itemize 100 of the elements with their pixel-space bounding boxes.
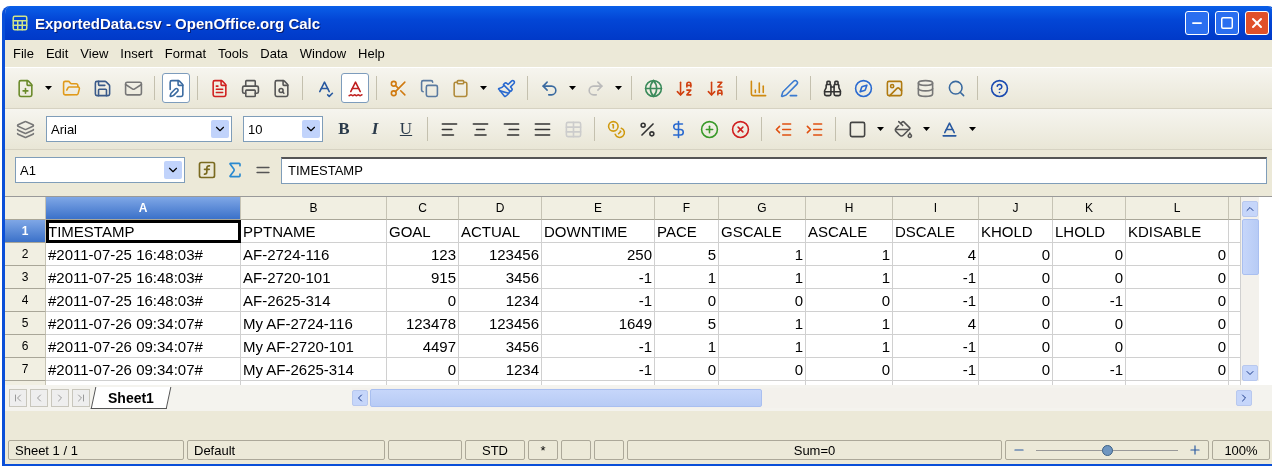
font-size-field[interactable]: 10 xyxy=(243,116,323,142)
column-header[interactable]: J xyxy=(979,197,1053,220)
table-cell: 0 xyxy=(979,335,1053,358)
table-cell: 5 xyxy=(655,243,719,266)
table-cell: 250 xyxy=(542,243,655,266)
column-header[interactable]: L xyxy=(1126,197,1229,220)
table-cell: 0 xyxy=(719,358,806,381)
row-header[interactable]: 2 xyxy=(5,243,46,266)
table-cell: KHOLD xyxy=(979,220,1053,243)
table-cell: 0 xyxy=(655,289,719,312)
table-cell: 1 xyxy=(719,312,806,335)
table-cell: -1 xyxy=(893,289,979,312)
table-cell: LHOLD xyxy=(1053,220,1126,243)
italic-button[interactable]: I xyxy=(361,114,389,144)
menu-item[interactable]: File xyxy=(7,44,40,63)
menu-item[interactable]: View xyxy=(74,44,115,63)
row-header[interactable]: 3 xyxy=(5,266,46,289)
table-cell: 0 xyxy=(655,358,719,381)
menu-item[interactable]: Tools xyxy=(212,44,255,63)
zoom-percentage: 100% xyxy=(1212,440,1270,460)
table-cell: AF-2724-116 xyxy=(241,243,387,266)
table-cell: 1649 xyxy=(542,312,655,335)
font-name-field[interactable]: Arial xyxy=(46,116,232,142)
column-header[interactable]: G xyxy=(719,197,806,220)
table-cell: 123456 xyxy=(459,312,542,335)
menu-item[interactable]: Insert xyxy=(114,44,159,63)
menu-item[interactable]: Format xyxy=(158,44,212,63)
table-cell: My AF-2625-314 xyxy=(241,358,387,381)
table-cell: #2011-07-25 16:48:03# xyxy=(46,266,241,289)
page-style: Default xyxy=(187,440,385,460)
column-header[interactable]: H xyxy=(806,197,893,220)
table-cell: 0 xyxy=(1126,266,1229,289)
table-cell: 0 xyxy=(387,289,459,312)
table-cell: ACTUAL xyxy=(459,220,542,243)
table-cell: 1 xyxy=(806,266,893,289)
table-cell: -1 xyxy=(542,335,655,358)
table-cell: 1 xyxy=(719,266,806,289)
column-header[interactable]: K xyxy=(1053,197,1126,220)
table-cell: 1234 xyxy=(459,289,542,312)
table-cell: 1 xyxy=(655,335,719,358)
table-cell: 3456 xyxy=(459,266,542,289)
column-header[interactable]: C xyxy=(387,197,459,220)
underline-button[interactable]: U xyxy=(392,114,420,144)
table-cell: My AF-2720-101 xyxy=(241,335,387,358)
table-cell: GSCALE xyxy=(719,220,806,243)
table-cell: #2011-07-26 09:34:07# xyxy=(46,358,241,381)
table-cell: KDISABLE xyxy=(1126,220,1229,243)
table-cell: 0 xyxy=(1053,266,1126,289)
modified-indicator: * xyxy=(528,440,558,460)
table-cell: GOAL xyxy=(387,220,459,243)
table-cell: DOWNTIME xyxy=(542,220,655,243)
bold-button[interactable]: B xyxy=(330,114,358,144)
table-cell: 0 xyxy=(719,289,806,312)
table-cell: 1234 xyxy=(459,358,542,381)
table-cell: 0 xyxy=(1126,289,1229,312)
table-cell: 0 xyxy=(979,312,1053,335)
table-cell: 4 xyxy=(893,312,979,335)
menu-item[interactable]: Data xyxy=(254,44,294,63)
table-cell: DSCALE xyxy=(893,220,979,243)
row-header[interactable]: 6 xyxy=(5,335,46,358)
table-cell: 0 xyxy=(806,358,893,381)
column-header[interactable]: I xyxy=(893,197,979,220)
table-cell: 123 xyxy=(387,243,459,266)
sheet-tab[interactable]: Sheet1 xyxy=(90,387,172,409)
table-cell: 3456 xyxy=(459,335,542,358)
table-cell: 0 xyxy=(1126,358,1229,381)
sum-display: Sum=0 xyxy=(627,440,1002,460)
column-header[interactable]: D xyxy=(459,197,542,220)
table-cell: -1 xyxy=(893,335,979,358)
row-header[interactable]: 7 xyxy=(5,358,46,381)
table-cell: 0 xyxy=(1126,312,1229,335)
name-box[interactable]: A1 xyxy=(15,157,185,183)
table-cell: TIMESTAMP xyxy=(46,220,241,243)
formula-input[interactable]: TIMESTAMP xyxy=(281,156,1267,184)
table-cell: 5 xyxy=(655,312,719,335)
table-cell: 0 xyxy=(387,358,459,381)
table-cell: #2011-07-25 16:48:03# xyxy=(46,289,241,312)
table-cell: 0 xyxy=(979,266,1053,289)
row-header[interactable]: 5 xyxy=(5,312,46,335)
row-header[interactable]: 4 xyxy=(5,289,46,312)
menu-item[interactable]: Edit xyxy=(39,44,75,63)
table-cell: AF-2720-101 xyxy=(241,266,387,289)
table-cell: #2011-07-26 09:34:07# xyxy=(46,335,241,358)
table-cell: 123478 xyxy=(387,312,459,335)
table-cell: 1 xyxy=(655,266,719,289)
column-header[interactable]: F xyxy=(655,197,719,220)
table-cell: 0 xyxy=(806,289,893,312)
table-cell: #2011-07-25 16:48:03# xyxy=(46,243,241,266)
table-cell: 1 xyxy=(806,312,893,335)
column-header[interactable]: E xyxy=(542,197,655,220)
table-cell: #2011-07-26 09:34:07# xyxy=(46,312,241,335)
table-cell: -1 xyxy=(893,358,979,381)
window-title: ExportedData.csv - OpenOffice.org Calc xyxy=(35,14,322,32)
column-header[interactable]: B xyxy=(241,197,387,220)
table-cell: 1 xyxy=(806,335,893,358)
table-cell: 1 xyxy=(719,335,806,358)
menu-item[interactable]: Help xyxy=(352,44,391,63)
menu-item[interactable]: Window xyxy=(293,44,353,63)
table-cell: 0 xyxy=(979,289,1053,312)
selection-mode: STD xyxy=(465,440,525,460)
